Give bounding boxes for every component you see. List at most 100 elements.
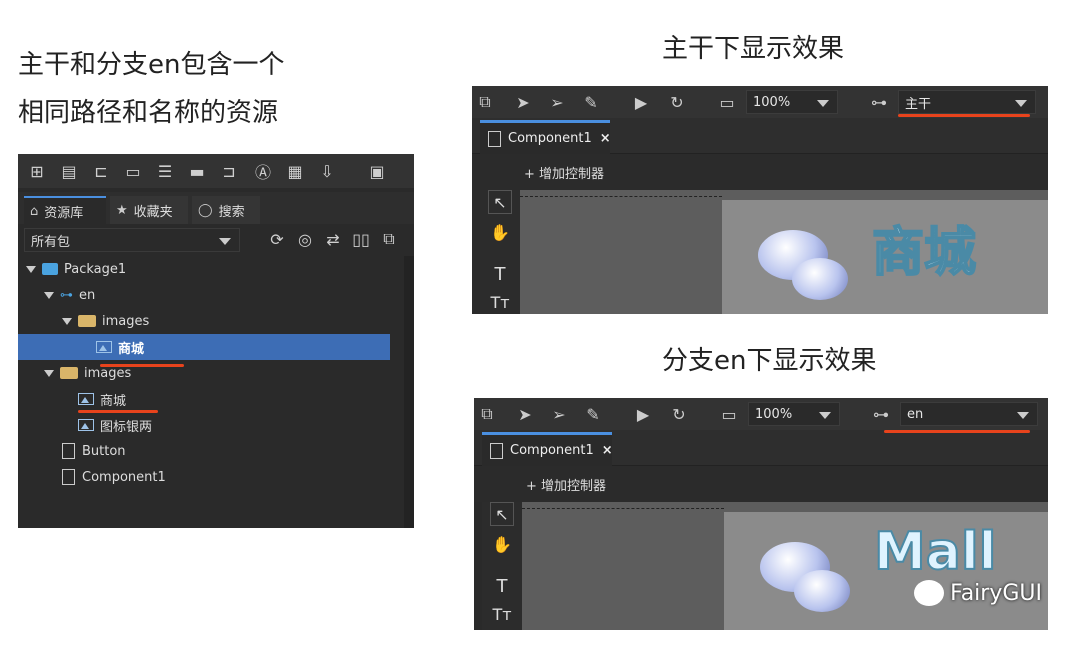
tab-component1[interactable]: Component1 × — [480, 120, 611, 154]
tree-item-label: images — [102, 313, 150, 329]
stage-canvas[interactable]: Mall — [522, 502, 1048, 630]
expand-icon — [62, 317, 72, 325]
tree-item-folder[interactable]: images — [18, 308, 404, 334]
stage-guide — [522, 508, 724, 509]
tree-item-branch-en[interactable]: ⊶ en — [18, 282, 404, 308]
tab-component1[interactable]: Component1 × — [482, 432, 613, 466]
add-controller-button[interactable]: + 增加控制器 — [524, 163, 604, 182]
branch-icon[interactable]: ⊶ — [870, 403, 892, 425]
pointer-icon[interactable]: ↖ — [490, 502, 514, 526]
window-icon[interactable]: ⧉ — [474, 91, 496, 113]
editor-toolbar: ⧉ ➤ ➢ ✎ ▶ ↻ ▭ 100% ⊶ en — [474, 398, 1048, 430]
hand-icon[interactable]: ✋ — [490, 532, 514, 556]
tree-item-component[interactable]: Button — [18, 438, 404, 464]
home-icon: ⌂ — [30, 203, 39, 219]
publish-icon[interactable]: ➤ — [512, 91, 534, 113]
slider-icon[interactable]: ⊐ — [218, 160, 240, 182]
tree-item-image-selected[interactable]: 商城 — [18, 334, 390, 360]
zoom-select[interactable]: 100% — [748, 402, 840, 426]
font-icon[interactable]: Ⓐ — [252, 160, 274, 182]
stage-canvas[interactable]: 商城 — [520, 190, 1048, 314]
pointer-icon[interactable]: ↖ — [488, 190, 512, 214]
tree-item-image[interactable]: 图标银两 — [18, 412, 404, 438]
watermark: FairyGUI — [914, 580, 1042, 606]
package-filter-select[interactable]: 所有包 — [24, 228, 240, 252]
columns-icon[interactable]: ▯▯ — [350, 228, 372, 250]
tree-item-label: Button — [82, 443, 126, 459]
reload-icon[interactable]: ↻ — [666, 91, 688, 113]
wechat-icon — [914, 580, 945, 606]
locate-icon[interactable]: ◎ — [294, 228, 316, 250]
component-icon — [62, 469, 75, 485]
expand-icon — [44, 369, 54, 377]
screen-icon[interactable]: ▭ — [718, 403, 740, 425]
branch-icon[interactable]: ⊶ — [868, 91, 890, 113]
close-icon[interactable]: × — [602, 443, 613, 458]
close-icon[interactable]: × — [600, 131, 611, 146]
tab-search[interactable]: ◯ 搜索 — [192, 196, 260, 224]
library-toolbar: ⊞ ▤ ⊏ ▭ ☰ ▬ ⊐ Ⓐ ▦ ⇩ ▣ — [18, 154, 414, 188]
tab-search-label: 搜索 — [218, 204, 245, 220]
text-icon[interactable]: T — [488, 262, 512, 286]
hand-icon[interactable]: ✋ — [488, 220, 512, 244]
new-doc-icon[interactable]: ▤ — [58, 160, 80, 182]
zoom-value: 100% — [755, 406, 793, 422]
richtext-icon[interactable]: Tт — [488, 290, 512, 314]
chevron-down-icon — [817, 100, 829, 107]
swap-icon[interactable]: ⇄ — [322, 228, 344, 250]
caption-trunk: 主干下显示效果 — [662, 34, 845, 64]
import-icon[interactable]: ⇩ — [316, 160, 338, 182]
movie-icon[interactable]: ▦ — [284, 160, 306, 182]
image-icon — [78, 419, 94, 431]
progress-icon[interactable]: ▬ — [186, 160, 208, 182]
tree-item-label: 商城 — [100, 393, 127, 409]
publish-icon[interactable]: ➤ — [514, 403, 536, 425]
editor-trunk: ⧉ ➤ ➢ ✎ ▶ ↻ ▭ 100% ⊶ 主干 Component1 × + 增加… — [472, 86, 1048, 314]
branch-select[interactable]: en — [900, 402, 1038, 426]
package-icon — [42, 263, 58, 275]
edit-icon[interactable]: ✎ — [582, 403, 604, 425]
chevron-down-icon — [219, 238, 231, 245]
stage-guide — [520, 196, 722, 197]
play-icon[interactable]: ▶ — [632, 403, 654, 425]
richtext-icon[interactable]: Tт — [490, 602, 514, 626]
highlight-underline — [78, 410, 158, 413]
play-icon[interactable]: ▶ — [630, 91, 652, 113]
add-controller-button[interactable]: + 增加控制器 — [526, 475, 606, 494]
reload-icon[interactable]: ↻ — [668, 403, 690, 425]
branch-icon: ⊶ — [60, 287, 73, 303]
controller-bar: + 增加控制器 — [474, 466, 1048, 502]
branch-value: 主干 — [905, 96, 932, 112]
refresh-icon[interactable]: ⟳ — [266, 228, 288, 250]
tree-item-component[interactable]: Component1 — [18, 464, 404, 490]
new-folder-icon[interactable]: ⊞ — [26, 160, 48, 182]
send-icon[interactable]: ➢ — [546, 91, 568, 113]
tab-label: Component1 — [508, 131, 592, 146]
text-icon[interactable]: T — [490, 574, 514, 598]
send-icon[interactable]: ➢ — [548, 403, 570, 425]
button-icon[interactable]: ▭ — [122, 160, 144, 182]
branch-select[interactable]: 主干 — [898, 90, 1036, 114]
component-icon — [490, 442, 503, 459]
expand-icon — [44, 291, 54, 299]
collapse-icon[interactable]: ⧉ — [378, 228, 400, 250]
stage-area: 商城 — [722, 200, 1048, 314]
edit-icon[interactable]: ✎ — [580, 91, 602, 113]
tab-favorites[interactable]: ★ 收藏夹 — [110, 196, 188, 224]
combo-icon[interactable]: ☰ — [154, 160, 176, 182]
bookmark-icon[interactable]: ⊏ — [90, 160, 112, 182]
tree-item-image[interactable]: 商城 — [18, 386, 404, 412]
library-panel: ⊞ ▤ ⊏ ▭ ☰ ▬ ⊐ Ⓐ ▦ ⇩ ▣ ⌂ 资源库 ★ 收藏夹 ◯ 搜索 所有包 … — [18, 154, 414, 528]
save-icon[interactable]: ▣ — [366, 160, 388, 182]
image-icon — [78, 393, 94, 405]
chevron-down-icon — [1017, 412, 1029, 419]
tree-item-package[interactable]: Package1 — [18, 256, 404, 282]
tab-library[interactable]: ⌂ 资源库 — [24, 196, 106, 224]
window-icon[interactable]: ⧉ — [476, 403, 498, 425]
scrollbar[interactable] — [404, 256, 414, 528]
screen-icon[interactable]: ▭ — [716, 91, 738, 113]
expand-icon — [26, 265, 36, 273]
left-tool-strip: ↖ ✋ T Tт — [482, 502, 522, 630]
tree-item-folder[interactable]: images — [18, 360, 404, 386]
zoom-select[interactable]: 100% — [746, 90, 838, 114]
